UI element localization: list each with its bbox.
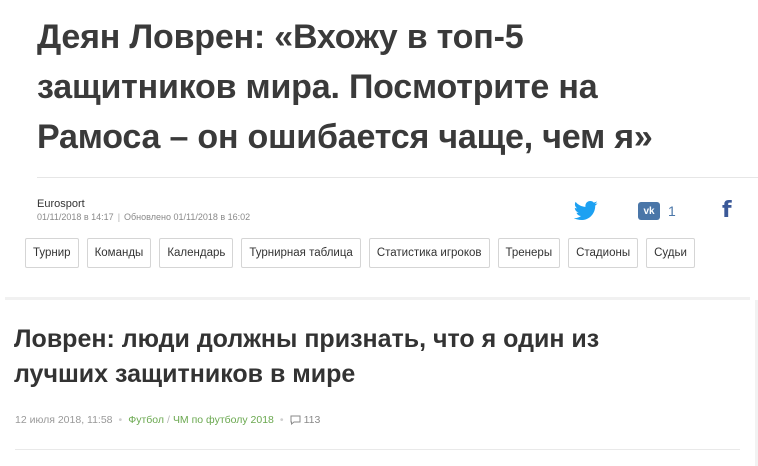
tab-player-stats[interactable]: Статистика игроков (368, 238, 490, 268)
card-bottom-divider (15, 449, 740, 450)
related-article-meta: 12 июля 2018, 11:58 • Футбол / ЧМ по фут… (15, 414, 320, 426)
article-headline: Деян Ловрен: «Вхожу в топ-5 защитников м… (37, 12, 737, 162)
comment-icon (290, 415, 301, 425)
vk-icon: vk (638, 202, 660, 220)
tab-standings[interactable]: Турнирная таблица (241, 238, 361, 268)
tab-referees[interactable]: Судьи (646, 238, 695, 268)
meta-dot: • (279, 414, 284, 426)
comment-count: 113 (303, 414, 321, 426)
card-date: 12 июля 2018, 11:58 (15, 414, 113, 426)
vk-share-count: 1 (668, 203, 676, 219)
meta-dot: • (118, 414, 123, 426)
headline-line: Деян Ловрен: «Вхожу в топ-5 (37, 18, 524, 56)
category-separator: / (167, 414, 170, 426)
published-date: 01/11/2018 в 14:17 (37, 212, 114, 222)
facebook-icon: f (722, 198, 732, 223)
tab-calendar[interactable]: Календарь (159, 238, 234, 268)
twitter-share-button[interactable] (574, 199, 598, 223)
tournament-tabs: Турнир Команды Календарь Турнирная табли… (25, 238, 695, 268)
subcategory-link[interactable]: ЧМ по футболу 2018 (173, 414, 274, 426)
article-source[interactable]: Eurosport (37, 198, 85, 210)
related-article-title[interactable]: Ловрен: люди должны признать, что я один… (14, 322, 734, 392)
category-link[interactable]: Футбол (128, 414, 164, 426)
article-dates: 01/11/2018 в 14:17 | Обновлено 01/11/2018 … (37, 212, 250, 222)
tab-stadiums[interactable]: Стадионы (568, 238, 639, 268)
headline-line: Рамоса – он ошибается чаще, чем я» (37, 118, 653, 156)
twitter-bird-icon (574, 201, 598, 220)
updated-date: Обновлено 01/11/2018 в 16:02 (124, 212, 251, 222)
headline-line: защитников мира. Посмотрите на (37, 68, 598, 106)
card-title-line: лучших защитников в мире (14, 360, 356, 388)
tab-coaches[interactable]: Тренеры (497, 238, 561, 268)
facebook-share-button[interactable]: f (722, 199, 732, 223)
meta-divider (37, 177, 758, 178)
comments-link[interactable]: 113 (290, 414, 321, 426)
date-separator: | (117, 212, 121, 222)
tab-tournament[interactable]: Турнир (25, 238, 79, 268)
card-title-line: Ловрен: люди должны признать, что я один… (14, 325, 600, 353)
tab-teams[interactable]: Команды (86, 238, 152, 268)
vk-share-button[interactable]: vk 1 (638, 199, 676, 223)
